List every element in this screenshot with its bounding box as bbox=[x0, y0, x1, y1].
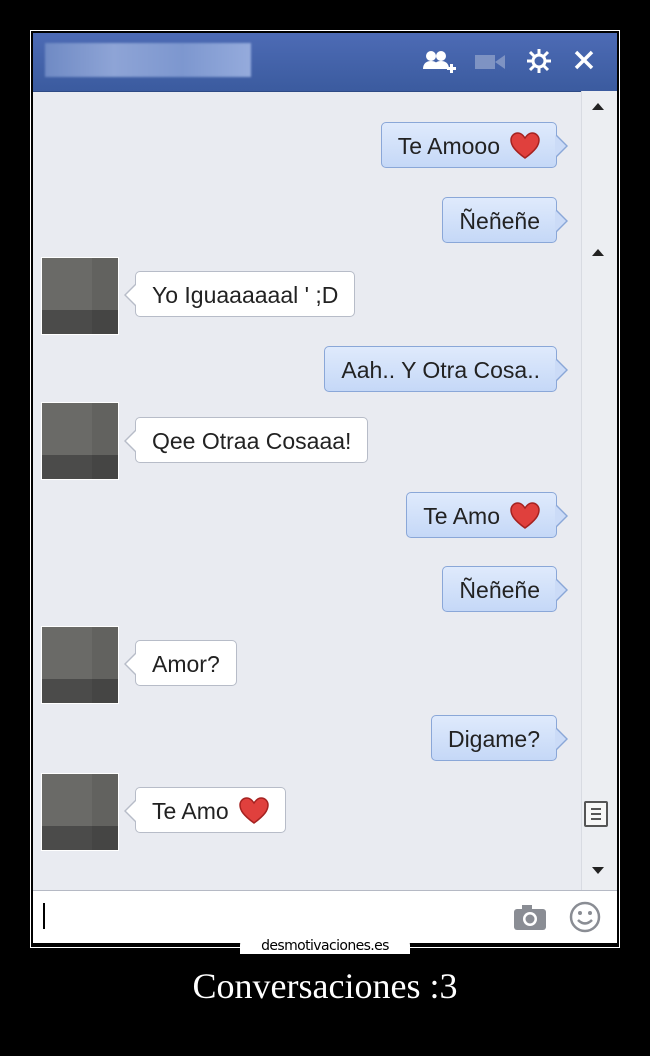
poster-caption: Conversaciones :3 bbox=[192, 966, 458, 1006]
message-bubble: Yo Iguaaaaaal ' ;D bbox=[123, 271, 356, 317]
message-bubble: Te Amo bbox=[406, 492, 568, 538]
contact-avatar[interactable] bbox=[41, 626, 119, 704]
message-bubble: Aah.. Y Otra Cosa.. bbox=[324, 346, 568, 392]
add-friends-icon[interactable] bbox=[423, 49, 457, 75]
message-list: Te Amooo Ñeñeñe Yo Iguaaaaaal ' ;D Aah..… bbox=[33, 91, 581, 891]
message-text: Amor? bbox=[152, 651, 220, 677]
scroll-down-arrow-icon[interactable] bbox=[592, 867, 604, 874]
contact-name-blurred[interactable] bbox=[45, 43, 251, 77]
message-text: Aah.. Y Otra Cosa.. bbox=[341, 357, 540, 383]
message-bubble: Ñeñeñe bbox=[442, 566, 568, 612]
scroll-up-arrow-icon[interactable] bbox=[592, 249, 604, 256]
heart-icon bbox=[238, 797, 269, 824]
heart-icon bbox=[510, 132, 540, 159]
message-text: Digame? bbox=[447, 726, 540, 752]
chat-window: Te Amooo Ñeñeñe Yo Iguaaaaaal ' ;D Aah..… bbox=[33, 33, 617, 943]
scroll-thumb[interactable] bbox=[584, 801, 608, 827]
gear-icon[interactable] bbox=[527, 49, 551, 73]
video-call-icon[interactable] bbox=[475, 53, 505, 71]
message-text: Te Amooo bbox=[397, 133, 500, 159]
message-bubble: Ñeñeñe bbox=[442, 197, 568, 243]
message-text: Qee Otraa Cosaaa! bbox=[152, 428, 352, 454]
contact-avatar[interactable] bbox=[41, 773, 119, 851]
watermark: desmotivaciones.es bbox=[240, 936, 410, 954]
message-text: Ñeñeñe bbox=[459, 208, 540, 234]
message-input[interactable] bbox=[49, 899, 493, 935]
scrollbar[interactable] bbox=[581, 91, 617, 891]
message-text: Te Amo bbox=[152, 798, 229, 824]
message-bubble: Te Amooo bbox=[380, 122, 569, 168]
emoticon-icon[interactable] bbox=[569, 901, 601, 938]
message-bubble: Amor? bbox=[124, 640, 237, 686]
message-text: Ñeñeñe bbox=[459, 577, 540, 603]
scroll-up-arrow-icon[interactable] bbox=[592, 103, 604, 110]
message-bubble: Te Amo bbox=[124, 787, 286, 833]
message-bubble: Qee Otraa Cosaaa! bbox=[123, 417, 369, 463]
text-caret bbox=[43, 903, 45, 929]
close-icon[interactable] bbox=[573, 49, 595, 71]
heart-icon bbox=[510, 502, 540, 529]
chat-titlebar bbox=[33, 33, 617, 92]
contact-avatar[interactable] bbox=[41, 402, 119, 480]
contact-avatar[interactable] bbox=[41, 257, 119, 335]
camera-icon[interactable] bbox=[513, 903, 547, 936]
message-text: Yo Iguaaaaaal ' ;D bbox=[152, 282, 339, 308]
message-text: Te Amo bbox=[423, 503, 500, 529]
message-bubble: Digame? bbox=[430, 715, 569, 761]
